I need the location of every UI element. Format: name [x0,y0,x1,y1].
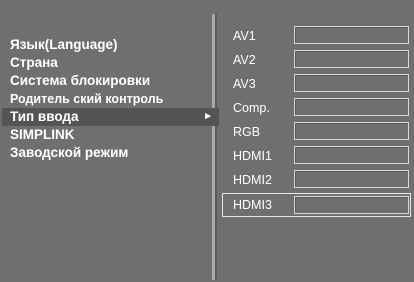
input-row-av3[interactable]: AV3 [222,72,411,94]
input-label: AV3 [233,77,256,91]
menu-item-label: Тип ввода [10,109,79,124]
settings-menu-list: Язык(Language) Страна Система блокировки… [2,36,219,162]
menu-item-input-type[interactable]: Тип ввода ► [2,108,219,126]
tv-settings-screen: Язык(Language) Страна Система блокировки… [0,0,414,282]
input-label: AV1 [233,29,256,43]
input-name-field[interactable] [294,146,409,164]
input-label: RGB [233,125,261,139]
menu-item-label: Система блокировки [10,73,151,88]
input-row-rgb[interactable]: RGB [222,120,411,142]
input-label: HDMI3 [233,198,272,212]
input-name-field[interactable] [294,98,409,116]
input-label: Comp. [233,101,270,115]
input-label: HDMI1 [233,149,272,163]
input-row-hdmi3[interactable]: HDMI3 [222,193,411,217]
menu-item-parental-control[interactable]: Родитель ский контроль [10,90,214,108]
input-name-field[interactable] [294,26,409,44]
input-name-field[interactable] [294,50,409,68]
menu-item-factory-mode[interactable]: Заводской режим [10,144,214,162]
menu-item-label: Страна [10,55,58,70]
input-row-av1[interactable]: AV1 [222,24,411,46]
input-row-hdmi1[interactable]: HDMI1 [222,144,411,166]
input-list-panel: AV1 AV2 AV3 Comp. RGB HDMI1 HDMI2 HDMI3 [219,14,414,282]
menu-item-country[interactable]: Страна [10,54,214,72]
input-name-field[interactable] [294,196,409,214]
menu-item-label: Язык(Language) [10,37,118,52]
input-row-av2[interactable]: AV2 [222,48,411,70]
input-name-field[interactable] [294,122,409,140]
menu-item-label: Родитель ский контроль [10,92,164,106]
menu-item-simplink[interactable]: SIMPLINK [10,126,214,144]
menu-item-language[interactable]: Язык(Language) [10,36,214,54]
settings-menu-panel: Язык(Language) Страна Система блокировки… [2,14,219,280]
chevron-right-icon: ► [203,111,213,122]
menu-item-lock-system[interactable]: Система блокировки [10,72,214,90]
menu-item-label: SIMPLINK [10,127,75,142]
input-name-field[interactable] [294,170,409,188]
input-label: HDMI2 [233,173,272,187]
input-name-field[interactable] [294,74,409,92]
input-row-hdmi2[interactable]: HDMI2 [222,168,411,190]
menu-item-label: Заводской режим [10,145,129,160]
input-row-component[interactable]: Comp. [222,96,411,118]
input-label: AV2 [233,53,256,67]
